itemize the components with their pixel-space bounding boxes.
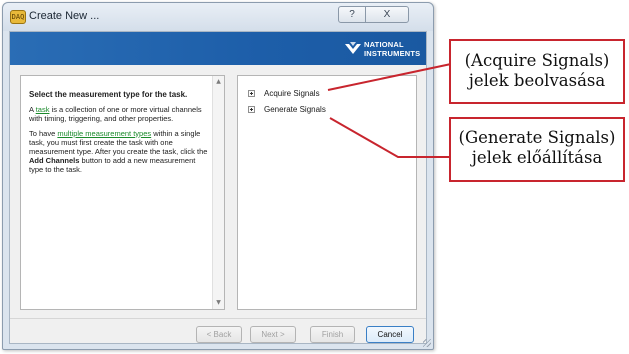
callout-line: (Generate Signals)	[458, 128, 616, 147]
callout-line: jelek előállítása	[471, 148, 603, 167]
callout-line: (Acquire Signals)	[464, 51, 610, 70]
callout-line: jelek beolvasása	[468, 71, 606, 90]
callout-generate-signals: (Generate Signals) jelek előállítása	[449, 117, 625, 182]
leader-line-acquire	[327, 63, 452, 91]
leader-line-generate	[329, 117, 449, 158]
callout-acquire-signals: (Acquire Signals) jelek beolvasása	[449, 39, 625, 104]
